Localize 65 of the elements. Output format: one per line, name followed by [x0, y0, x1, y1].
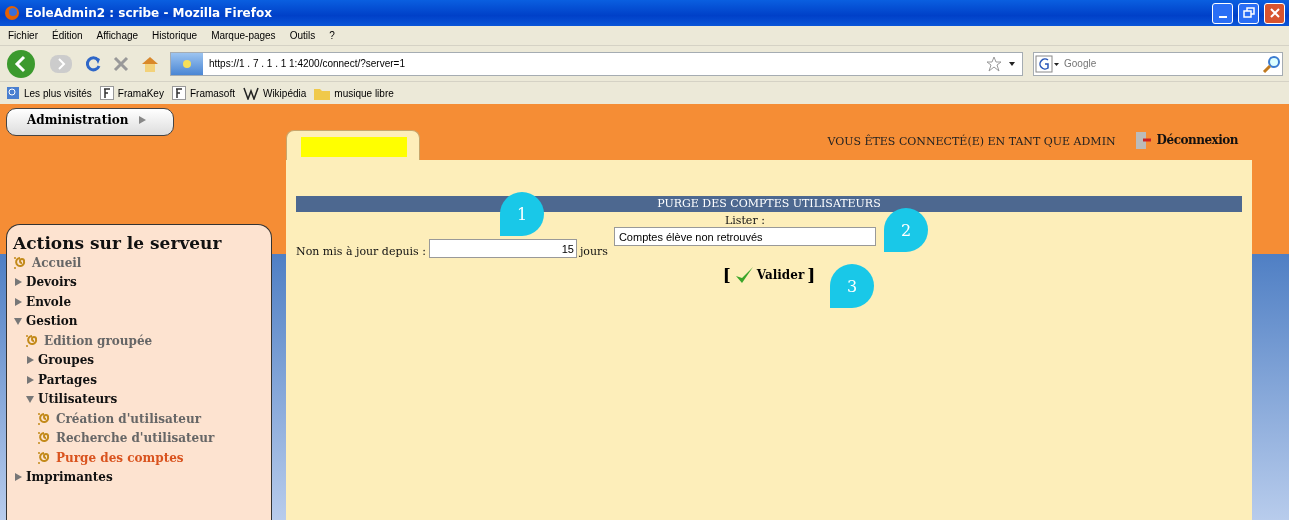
menu-folder[interactable]: Partages	[13, 370, 265, 390]
star-icon[interactable]	[986, 55, 1002, 72]
menu-item[interactable]: Édition	[52, 30, 83, 41]
firefox-logo-icon	[4, 5, 20, 21]
address-field[interactable]: https://1 . 7 . 1 . 1 1:4200/connect/?server=1	[170, 51, 1023, 76]
stop-button[interactable]	[112, 54, 130, 73]
search-icon[interactable]	[1262, 53, 1282, 74]
f-letter-icon	[171, 86, 186, 100]
menu-item[interactable]: Historique	[152, 30, 198, 41]
menu-link[interactable]: Accueil	[13, 253, 265, 273]
home-button[interactable]	[140, 54, 160, 73]
menu-item[interactable]: Marque-pages	[211, 30, 276, 41]
bookmark-link[interactable]: Wikipédia	[242, 86, 307, 100]
folder-icon	[314, 86, 331, 100]
bookmark-link[interactable]: Framasoft	[171, 86, 235, 100]
minimize-button[interactable]	[1212, 2, 1233, 24]
menu-item[interactable]: ?	[329, 30, 335, 41]
restore-icon	[1242, 7, 1255, 19]
triangle-icon	[138, 115, 148, 125]
bookmark-link[interactable]: musique libre	[314, 86, 394, 100]
administration-menu-button[interactable]: Administration	[6, 108, 174, 136]
collapsed-triangle-icon	[13, 277, 23, 288]
menu-link[interactable]: Création d'utilisateur	[13, 409, 265, 429]
site-identity-icon	[171, 52, 203, 75]
bookmark-link[interactable]: FramaKey	[99, 86, 164, 100]
reload-button[interactable]	[84, 54, 102, 73]
menu-folder[interactable]: Imprimantes	[13, 467, 265, 487]
collapsed-triangle-icon	[25, 355, 35, 366]
collapsed-triangle-icon	[25, 374, 35, 385]
menu-link[interactable]: Edition groupée	[13, 331, 265, 351]
login-status: VOUS ÊTES CONNECTÉ(E) EN TANT QUE ADMIN	[827, 135, 1116, 150]
logout-link[interactable]: Déconnexion	[1133, 130, 1238, 160]
g-letter-icon	[1034, 53, 1060, 74]
bookmark-link[interactable]: Les plus visités	[6, 86, 92, 100]
menu-link[interactable]: Recherche d'utilisateur	[13, 428, 265, 448]
menu-folder[interactable]: Gestion	[13, 311, 265, 331]
menu-folder[interactable]: Groupes	[13, 350, 265, 370]
menu-item[interactable]: Affichage	[96, 30, 139, 41]
collapsed-triangle-icon	[13, 296, 23, 307]
bookmark-list-icon	[6, 86, 20, 100]
close-icon	[1268, 7, 1281, 19]
unit-label: jours	[579, 245, 608, 258]
list-select[interactable]: Comptes élève non retrouvés	[613, 227, 876, 246]
field-label: Lister :	[725, 214, 765, 227]
days-input[interactable]: 15	[428, 239, 577, 258]
restore-button[interactable]	[1238, 2, 1259, 24]
sidebar-title: Actions sur le serveur	[13, 233, 223, 253]
menu-item[interactable]: Fichier	[8, 30, 38, 41]
menu-folder[interactable]: Devoirs	[13, 272, 265, 292]
menu-folder[interactable]: Envole	[13, 292, 265, 312]
dropdown-caret-icon[interactable]	[1008, 60, 1016, 67]
w-letter-icon	[242, 86, 259, 100]
window-title: EoleAdmin2 : scribe - Mozilla Firefox	[25, 6, 273, 20]
minimize-icon	[1218, 16, 1227, 18]
menu-item[interactable]: Outils	[289, 30, 316, 41]
close-button[interactable]	[1264, 2, 1285, 24]
validate-button[interactable]: [ Valider ]	[716, 264, 822, 286]
collapsed-triangle-icon	[13, 472, 23, 483]
expanded-triangle-icon	[13, 316, 23, 327]
field-label: Non mis à jour depuis :	[296, 245, 426, 258]
menu-folder[interactable]: Utilisateurs	[13, 389, 265, 409]
f-letter-icon	[99, 86, 114, 100]
expanded-triangle-icon	[25, 394, 35, 405]
search-bar[interactable]: Google	[1033, 51, 1283, 76]
door-icon	[1133, 130, 1154, 150]
